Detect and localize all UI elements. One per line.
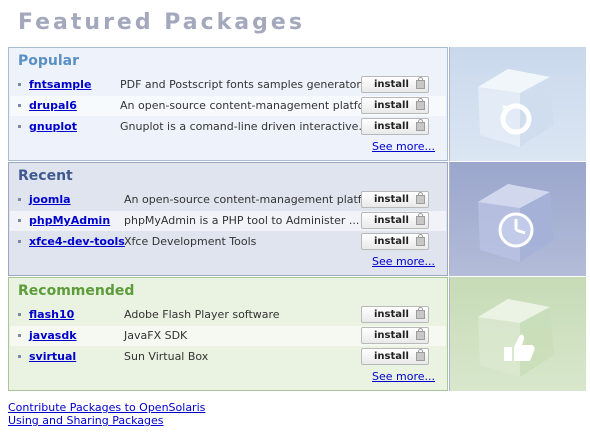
bullet-icon — [18, 104, 21, 107]
package-row: svirtual Sun Virtual Box install — [10, 347, 446, 367]
bullet-icon — [18, 313, 21, 316]
install-label: install — [374, 100, 409, 111]
package-description: PDF and Postscript fonts samples generat… — [120, 78, 361, 91]
package-link[interactable]: xfce4-dev-tools — [29, 235, 125, 248]
lock-icon — [416, 98, 425, 110]
package-row: flash10 Adobe Flash Player software inst… — [10, 305, 446, 325]
package-row: drupal6 An open-source content-managemen… — [10, 96, 446, 116]
install-button[interactable]: install — [361, 306, 429, 323]
install-label: install — [374, 194, 409, 205]
install-label: install — [374, 236, 409, 247]
lock-icon — [416, 328, 425, 340]
package-description: Xfce Development Tools — [124, 235, 257, 248]
popular-section: Popular fntsample PDF and Postscript fon… — [8, 47, 586, 161]
thumbs-up-icon — [478, 299, 554, 377]
package-row: phpMyAdmin phpMyAdmin is a PHP tool to A… — [10, 211, 446, 231]
package-link[interactable]: fntsample — [29, 78, 91, 91]
section-title: Recent — [18, 168, 73, 184]
package-description: Sun Virtual Box — [124, 350, 209, 363]
install-button[interactable]: install — [361, 212, 429, 229]
package-description: JavaFX SDK — [124, 329, 188, 342]
bullet-icon — [18, 355, 21, 358]
bullet-icon — [18, 198, 21, 201]
install-label: install — [374, 79, 409, 90]
install-label: install — [374, 351, 409, 362]
recommended-illustration — [449, 277, 586, 391]
package-description: Gnuplot is a comand-line driven interact… — [120, 120, 369, 133]
contribute-packages-link[interactable]: Contribute Packages to OpenSolaris — [8, 401, 205, 414]
lock-icon — [416, 349, 425, 361]
recent-illustration — [449, 162, 586, 276]
bullet-icon — [18, 219, 21, 222]
lock-icon — [416, 234, 425, 246]
package-link[interactable]: svirtual — [29, 350, 76, 363]
recent-section: Recent joomla An open-source content-man… — [8, 162, 586, 276]
install-label: install — [374, 215, 409, 226]
popular-illustration — [449, 47, 586, 161]
section-title: Recommended — [18, 283, 135, 299]
package-row: javasdk JavaFX SDK install — [10, 326, 446, 346]
install-button[interactable]: install — [361, 327, 429, 344]
recommended-section: Recommended flash10 Adobe Flash Player s… — [8, 277, 586, 391]
bullet-icon — [18, 334, 21, 337]
lock-icon — [416, 77, 425, 89]
recommended-list-panel: Recommended flash10 Adobe Flash Player s… — [8, 277, 448, 391]
lock-icon — [416, 307, 425, 319]
page-title: Featured Packages — [18, 10, 305, 35]
install-button[interactable]: install — [361, 97, 429, 114]
clock-icon — [478, 184, 554, 262]
package-description: Adobe Flash Player software — [124, 308, 280, 321]
package-row: fntsample PDF and Postscript fonts sampl… — [10, 75, 446, 95]
package-link[interactable]: joomla — [29, 193, 71, 206]
package-link[interactable]: drupal6 — [29, 99, 77, 112]
lock-icon — [416, 119, 425, 131]
install-label: install — [374, 121, 409, 132]
package-row: joomla An open-source content-management… — [10, 190, 446, 210]
install-label: install — [374, 330, 409, 341]
section-title: Popular — [18, 53, 80, 69]
bullet-icon — [18, 125, 21, 128]
package-link[interactable]: phpMyAdmin — [29, 214, 110, 227]
install-button[interactable]: install — [361, 118, 429, 135]
lock-icon — [416, 192, 425, 204]
install-button[interactable]: install — [361, 76, 429, 93]
see-more-link[interactable]: See more... — [372, 140, 435, 153]
see-more-link[interactable]: See more... — [372, 255, 435, 268]
package-link[interactable]: javasdk — [29, 329, 77, 342]
bullet-icon — [18, 240, 21, 243]
lock-icon — [416, 213, 425, 225]
see-more-link[interactable]: See more... — [372, 370, 435, 383]
using-sharing-packages-link[interactable]: Using and Sharing Packages — [8, 414, 164, 427]
package-row: gnuplot Gnuplot is a comand-line driven … — [10, 117, 446, 137]
popular-list-panel: Popular fntsample PDF and Postscript fon… — [8, 47, 448, 161]
install-label: install — [374, 309, 409, 320]
recent-list-panel: Recent joomla An open-source content-man… — [8, 162, 448, 276]
package-description: phpMyAdmin is a PHP tool to Administer .… — [124, 214, 360, 227]
bullet-icon — [18, 83, 21, 86]
package-row: xfce4-dev-tools Xfce Development Tools i… — [10, 232, 446, 252]
package-link[interactable]: gnuplot — [29, 120, 77, 133]
refresh-arrow-icon — [478, 69, 554, 147]
install-button[interactable]: install — [361, 191, 429, 208]
install-button[interactable]: install — [361, 348, 429, 365]
package-link[interactable]: flash10 — [29, 308, 74, 321]
install-button[interactable]: install — [361, 233, 429, 250]
package-description: An open-source content-management platfo… — [124, 193, 384, 206]
package-description: An open-source content-management platfo… — [120, 99, 380, 112]
